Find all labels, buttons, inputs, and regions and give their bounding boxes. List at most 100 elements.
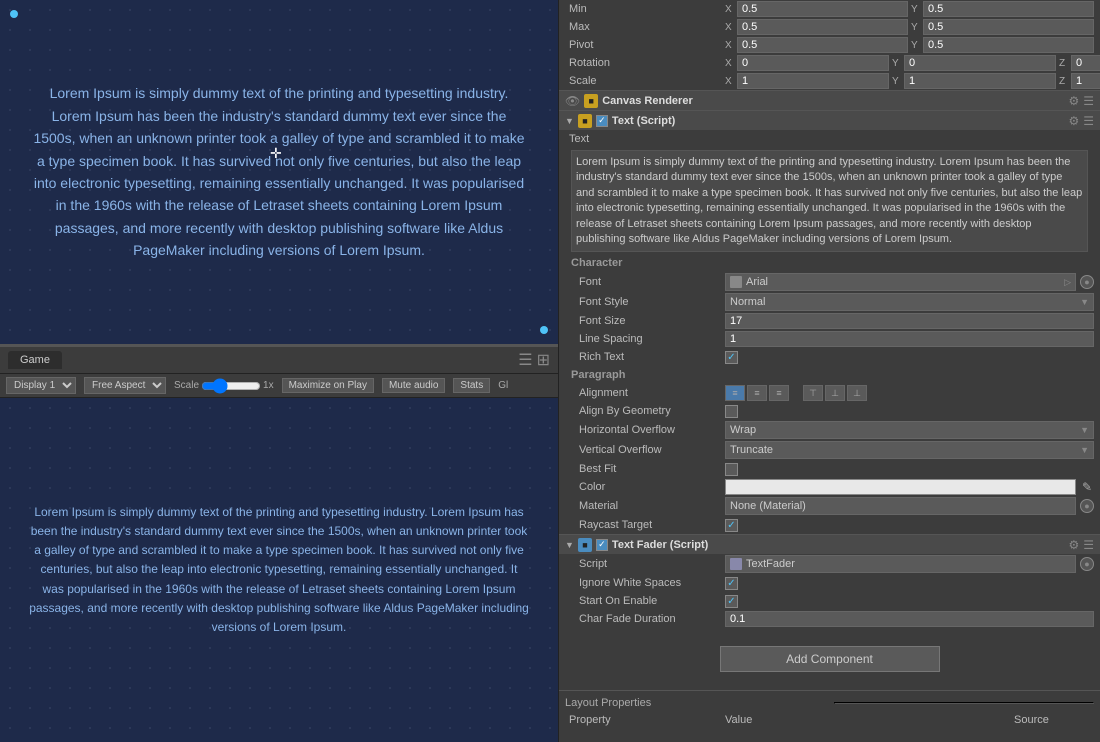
material-circle-button[interactable]: ● <box>1080 499 1094 513</box>
add-component-button[interactable]: Add Component <box>720 646 940 672</box>
alignment-buttons: ≡ ≡ ≡ <box>725 385 789 401</box>
max-row: Max X Y <box>559 18 1100 36</box>
raycast-target-label: Raycast Target <box>565 519 725 531</box>
font-icon <box>730 276 742 288</box>
scale-z-label: Z <box>1059 76 1069 87</box>
max-y-input[interactable] <box>923 19 1094 35</box>
script-object-icon <box>730 558 742 570</box>
text-fader-icon: ■ <box>578 538 592 552</box>
canvas-renderer-menu-icon[interactable]: ☰ <box>1083 94 1094 108</box>
rotation-x-input[interactable] <box>737 55 889 71</box>
text-fader-collapse-icon[interactable]: ▼ <box>565 540 574 550</box>
maximize-button[interactable]: Maximize on Play <box>282 378 374 393</box>
scale-z-input[interactable] <box>1071 73 1100 89</box>
rich-text-checkbox[interactable] <box>725 351 738 364</box>
stats-button[interactable]: Stats <box>453 378 490 393</box>
text-content[interactable]: Lorem Ipsum is simply dummy text of the … <box>571 150 1088 252</box>
pivot-x-input[interactable] <box>737 37 908 53</box>
font-style-value: Normal ▼ <box>725 293 1094 311</box>
text-script-menu-icon[interactable]: ☰ <box>1083 114 1094 128</box>
min-x-label: X <box>725 4 735 15</box>
ignore-white-spaces-checkbox[interactable] <box>725 577 738 590</box>
vertical-overflow-arrow: ▼ <box>1080 445 1089 455</box>
align-by-geometry-checkbox[interactable] <box>725 405 738 418</box>
min-value: X Y <box>725 1 1094 17</box>
raycast-target-checkbox[interactable] <box>725 519 738 532</box>
script-circle-button[interactable]: ● <box>1080 557 1094 571</box>
align-top-button[interactable]: ⊤ <box>803 385 823 401</box>
align-left-button[interactable]: ≡ <box>725 385 745 401</box>
aspect-select[interactable]: Free Aspect <box>84 377 166 394</box>
horizontal-overflow-text: Wrap <box>730 424 756 436</box>
display-select[interactable]: Display 1 <box>6 377 76 394</box>
alignment-label: Alignment <box>565 387 725 399</box>
font-circle-button[interactable]: ● <box>1080 275 1094 289</box>
text-fader-menu-icon[interactable]: ☰ <box>1083 538 1094 552</box>
paragraph-row: Paragraph <box>559 366 1100 384</box>
align-bottom-button[interactable]: ⊥ <box>847 385 867 401</box>
mute-button[interactable]: Mute audio <box>382 378 445 393</box>
game-toolbar: Display 1 Free Aspect Scale 1x Maximize … <box>0 374 558 398</box>
min-label: Min <box>565 3 725 15</box>
rot-z-label: Z <box>1059 58 1069 69</box>
text-script-settings-icon[interactable]: ⚙ <box>1068 114 1079 128</box>
rotation-z-input[interactable] <box>1071 55 1100 71</box>
scale-x-input[interactable] <box>737 73 889 89</box>
min-x-input[interactable] <box>737 1 908 17</box>
font-size-input[interactable] <box>725 313 1094 329</box>
canvas-renderer-settings-icon[interactable]: ⚙ <box>1068 94 1079 108</box>
layout-columns-row: Property Value Source <box>559 711 1100 729</box>
alignment-vertical-buttons: ⊤ ⊥ ⊥ <box>803 385 867 401</box>
text-script-enabled-checkbox[interactable]: ✓ <box>596 115 608 127</box>
vertical-overflow-label: Vertical Overflow <box>565 444 725 456</box>
text-script-collapse-icon[interactable]: ▼ <box>565 116 574 126</box>
color-label: Color <box>565 481 725 493</box>
start-on-enable-checkbox[interactable] <box>725 595 738 608</box>
font-style-row: Font Style Normal ▼ <box>559 292 1100 312</box>
text-prop-label: Text <box>565 133 725 145</box>
font-style-dropdown[interactable]: Normal ▼ <box>725 293 1094 311</box>
align-middle-button[interactable]: ⊥ <box>825 385 845 401</box>
vertical-overflow-dropdown[interactable]: Truncate ▼ <box>725 441 1094 459</box>
layout-properties-label: Layout Properties <box>565 697 824 709</box>
font-size-label: Font Size <box>565 315 725 327</box>
layout-properties-divider <box>834 702 1095 704</box>
ignore-white-spaces-value <box>725 577 1094 590</box>
color-swatch[interactable] <box>725 479 1076 495</box>
text-fader-section[interactable]: ▼ ■ ✓ Text Fader (Script) ⚙ ☰ <box>559 534 1100 554</box>
best-fit-checkbox[interactable] <box>725 463 738 476</box>
text-fader-enabled-checkbox[interactable]: ✓ <box>596 539 608 551</box>
font-style-label: Font Style <box>565 296 725 308</box>
font-selector[interactable]: Arial ▷ <box>725 273 1076 291</box>
scale-slider[interactable] <box>201 378 261 394</box>
color-picker-icon[interactable]: ✎ <box>1080 480 1094 494</box>
text-fader-settings-icon[interactable]: ⚙ <box>1068 538 1079 552</box>
max-x-input[interactable] <box>737 19 908 35</box>
script-field[interactable]: TextFader <box>725 555 1076 573</box>
font-style-text: Normal <box>730 296 765 308</box>
text-script-section[interactable]: ▼ ■ ✓ Text (Script) ⚙ ☰ <box>559 110 1100 130</box>
material-text: None (Material) <box>730 500 806 512</box>
line-spacing-label: Line Spacing <box>565 333 725 345</box>
min-y-label: Y <box>911 4 921 15</box>
rotation-y-input[interactable] <box>904 55 1056 71</box>
pivot-y-input[interactable] <box>923 37 1094 53</box>
color-row: Color ✎ <box>559 478 1100 496</box>
game-tab[interactable]: Game <box>8 351 62 369</box>
align-center-button[interactable]: ≡ <box>747 385 767 401</box>
material-field[interactable]: None (Material) <box>725 497 1076 515</box>
panel-menu-icon[interactable]: ☰ <box>518 350 532 370</box>
scale-y-input[interactable] <box>904 73 1056 89</box>
align-right-button[interactable]: ≡ <box>769 385 789 401</box>
inspector-panel: Min X Y Max X <box>558 0 1100 742</box>
rotation-label: Rotation <box>565 57 725 69</box>
line-spacing-input[interactable] <box>725 331 1094 347</box>
text-content-area[interactable]: Lorem Ipsum is simply dummy text of the … <box>565 150 1094 252</box>
canvas-renderer-eye-icon[interactable]: 👁 <box>565 94 580 108</box>
canvas-renderer-section[interactable]: 👁 ■ Canvas Renderer ⚙ ☰ <box>559 90 1100 110</box>
horizontal-overflow-dropdown[interactable]: Wrap ▼ <box>725 421 1094 439</box>
min-y-input[interactable] <box>923 1 1094 17</box>
char-fade-duration-input[interactable] <box>725 611 1094 627</box>
raycast-target-value <box>725 519 1094 532</box>
panel-lock-icon[interactable]: ⊞ <box>537 350 550 370</box>
